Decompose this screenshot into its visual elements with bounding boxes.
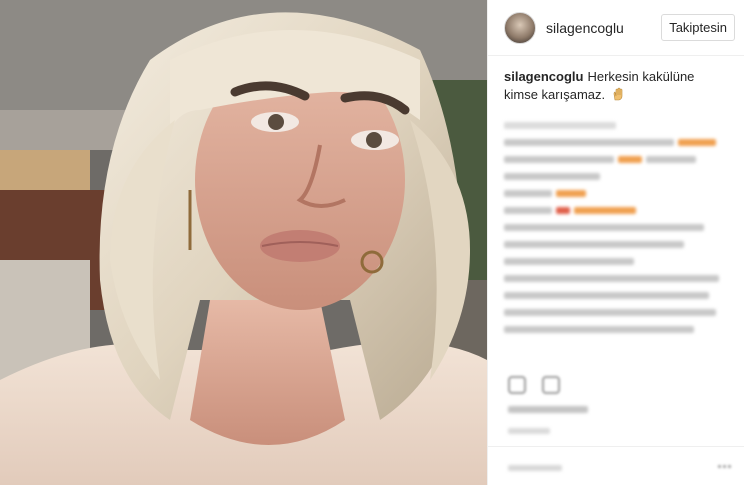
comment-item [504,190,728,197]
caption: silagencoglu Herkesin kakülüne kimse karı… [488,56,744,104]
comment-item [504,241,684,248]
comment-item [504,292,709,299]
post-actions [508,376,560,394]
comment-item [504,156,728,163]
comment-item [504,275,719,282]
more-options-icon[interactable] [718,461,734,471]
selfie-image [0,0,487,485]
comments-list [488,104,744,333]
comment-item [504,139,728,146]
comment-icon[interactable] [542,376,560,394]
caption-username[interactable]: silagencoglu [504,69,583,84]
comments-load-more[interactable] [504,122,616,129]
following-button[interactable]: Takiptesin [661,14,735,41]
post-side-panel: silagencoglu Takiptesin silagencoglu Herk… [487,0,744,485]
post-photo[interactable] [0,0,487,485]
username[interactable]: silagencoglu [546,20,661,36]
avatar[interactable] [504,11,536,44]
post-header: silagencoglu Takiptesin [488,0,744,56]
comment-item [504,258,634,265]
comment-item [504,207,728,214]
comment-item [504,173,600,180]
add-comment-input[interactable] [508,465,562,471]
comment-item [504,224,704,231]
raised-hand-icon [611,87,625,101]
comment-item [504,309,716,316]
likes-count[interactable] [508,406,588,413]
add-comment-area [488,446,744,486]
like-icon[interactable] [508,376,526,394]
comment-item [504,326,694,333]
post-timestamp [508,428,550,434]
